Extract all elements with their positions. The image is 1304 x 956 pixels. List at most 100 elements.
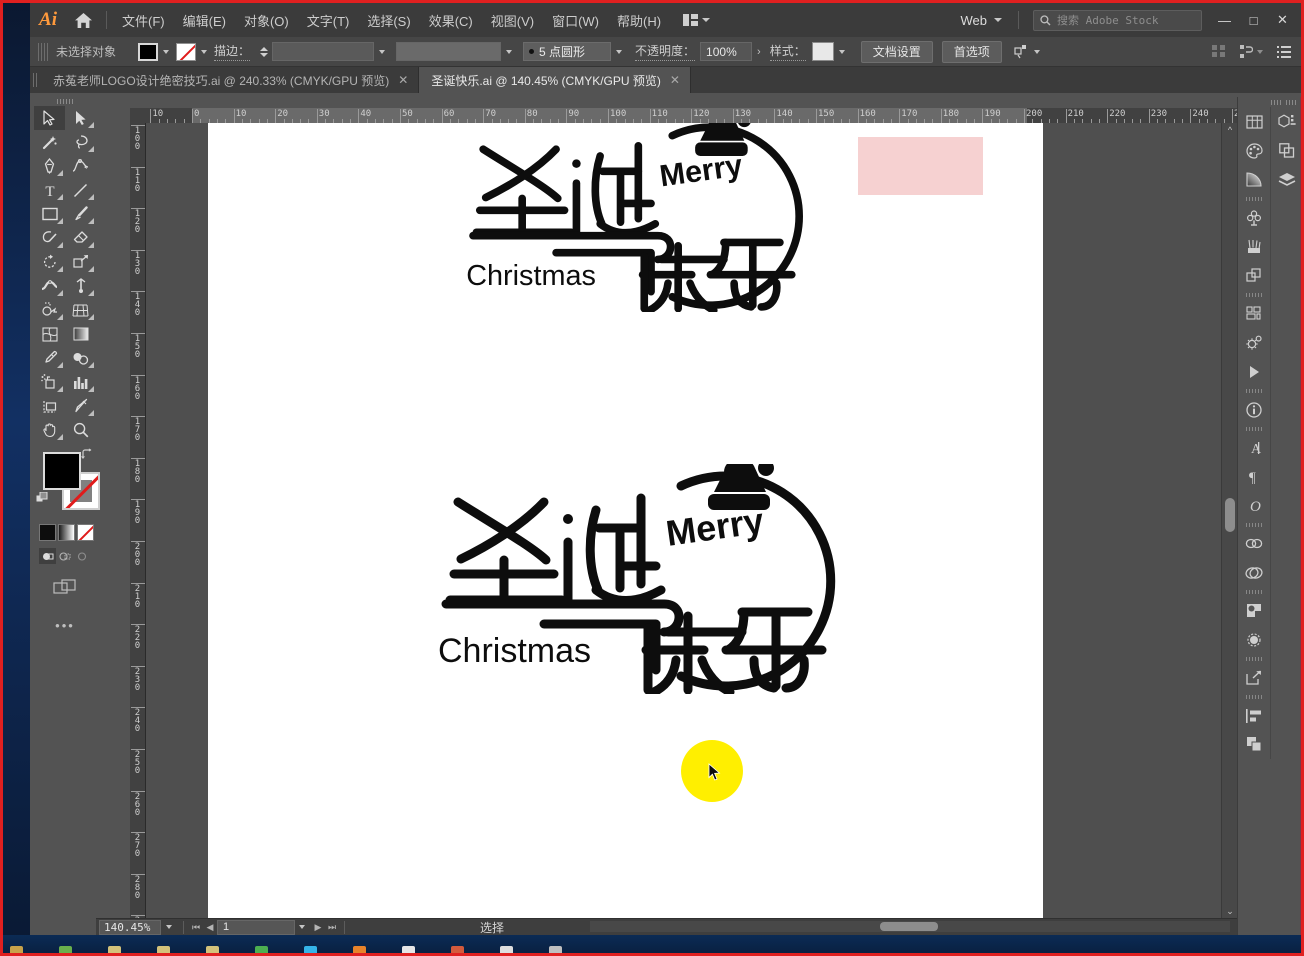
magic-wand-tool[interactable]	[34, 130, 65, 154]
menu-effect[interactable]: 效果(C)	[420, 6, 482, 35]
stroke-weight-field[interactable]	[272, 42, 392, 61]
transparency-panel-icon[interactable]	[1238, 596, 1270, 625]
paintbrush-tool[interactable]	[65, 202, 96, 226]
actions-panel-icon[interactable]	[1238, 328, 1270, 357]
gradient-tool[interactable]	[65, 322, 96, 346]
draw-behind-button[interactable]	[56, 548, 73, 564]
menu-window[interactable]: 窗口(W)	[543, 6, 608, 35]
links-panel-icon[interactable]	[1238, 529, 1270, 558]
chevron-down-icon[interactable]	[838, 49, 845, 54]
chevron-down-icon[interactable]	[166, 925, 172, 929]
chevron-down-icon[interactable]	[1033, 49, 1040, 54]
taskbar-icon-3[interactable]	[108, 946, 121, 956]
last-artboard-icon[interactable]: ⏭	[325, 922, 339, 933]
color-mode-button[interactable]	[39, 524, 56, 541]
none-mode-button[interactable]	[77, 524, 94, 541]
rectangle-tool[interactable]	[34, 202, 65, 226]
curvature-tool[interactable]	[65, 154, 96, 178]
menu-file[interactable]: 文件(F)	[113, 6, 174, 35]
gradient-mode-button[interactable]	[58, 524, 75, 541]
tab-bar-grip[interactable]	[30, 67, 41, 93]
play-actions-icon[interactable]	[1238, 357, 1270, 386]
screen-mode-button[interactable]	[34, 578, 96, 596]
stroke-profile-value[interactable]	[396, 42, 502, 61]
symbol-sprayer-tool[interactable]	[34, 370, 65, 394]
preferences-button[interactable]: 首选项	[941, 40, 1002, 63]
asset-export-panel-icon[interactable]	[1238, 663, 1270, 692]
artboard-number-field[interactable]: 1	[217, 919, 295, 935]
blend-tool[interactable]	[65, 346, 96, 370]
type-tool[interactable]: T	[34, 178, 65, 202]
document-setup-button[interactable]: 文档设置	[860, 40, 933, 63]
gradient-panel-icon[interactable]	[1238, 165, 1270, 194]
canvas-vertical-scrollbar[interactable]: ^ ⌄	[1221, 123, 1238, 918]
chevron-down-icon[interactable]	[506, 49, 513, 54]
tools-panel-grip[interactable]	[34, 97, 96, 106]
taskbar-icon-9[interactable]	[402, 946, 415, 956]
maximize-button[interactable]: □	[1239, 3, 1268, 37]
layers-panel-icon[interactable]	[1271, 165, 1301, 194]
document-tab-1[interactable]: 赤菟老师LOGO设计绝密技巧.ai @ 240.33% (CMYK/GPU 预览…	[41, 67, 420, 93]
properties-panel-icon[interactable]	[1271, 107, 1301, 136]
vertical-scroll-thumb[interactable]	[1225, 498, 1235, 532]
taskbar-icon-12[interactable]	[549, 946, 562, 956]
libraries-panel-icon[interactable]	[1271, 136, 1301, 165]
shaper-tool[interactable]	[34, 226, 65, 250]
stroke-cap-field[interactable]: 5 点圆形	[523, 42, 629, 61]
draw-normal-button[interactable]	[39, 548, 56, 564]
image-trace-panel-icon[interactable]	[1238, 558, 1270, 587]
align-panel-icon[interactable]	[1238, 299, 1270, 328]
menu-view[interactable]: 视图(V)	[482, 6, 543, 35]
stroke-weight-value[interactable]	[272, 42, 375, 61]
stroke-profile-field[interactable]	[396, 42, 519, 61]
stock-search-input[interactable]: 搜索 Adobe Stock	[1033, 9, 1202, 31]
symbols-panel-icon[interactable]	[1238, 203, 1270, 232]
horizontal-ruler[interactable]: 10 0 10 20 30 40 50 60 70 80 90 100 110 120 130 140 150 1…	[130, 108, 1237, 124]
layers-stack-panel-icon[interactable]	[1238, 730, 1270, 759]
transform-panel-button[interactable]	[1240, 44, 1263, 59]
hand-tool[interactable]	[34, 418, 65, 442]
taskbar-icon-2[interactable]	[59, 946, 72, 956]
fill-color-control[interactable]	[138, 42, 176, 61]
paragraph-panel-icon[interactable]: ¶	[1238, 462, 1270, 491]
eyedropper-tool[interactable]	[34, 346, 65, 370]
previous-artboard-icon[interactable]: ◀	[203, 922, 217, 933]
swap-fill-stroke-icon[interactable]	[80, 448, 94, 462]
line-segment-tool[interactable]	[65, 178, 96, 202]
scale-tool[interactable]	[65, 250, 96, 274]
minimize-button[interactable]: —	[1210, 3, 1239, 37]
artboard-tool[interactable]	[34, 394, 65, 418]
chevron-down-icon[interactable]	[616, 49, 623, 54]
next-artboard-icon[interactable]: ▶	[311, 922, 325, 933]
appearance-panel-icon[interactable]	[1238, 625, 1270, 654]
align-panel-icon[interactable]	[1212, 45, 1226, 58]
document-tab-1-close-icon[interactable]: ✕	[398, 74, 408, 86]
select-similar-button[interactable]	[1014, 44, 1047, 59]
selection-tool[interactable]	[34, 106, 65, 130]
artboard[interactable]: Merry Christmas Merry Christmas	[208, 123, 1043, 918]
slice-tool[interactable]	[65, 394, 96, 418]
free-transform-tool[interactable]	[65, 274, 96, 298]
eraser-tool[interactable]	[65, 226, 96, 250]
zoom-level-field[interactable]: 140.45%	[99, 919, 161, 935]
draw-inside-button[interactable]	[73, 548, 90, 564]
chevron-down-icon[interactable]	[379, 49, 386, 54]
artboards-panel-icon[interactable]	[1238, 107, 1270, 136]
document-tab-2-close-icon[interactable]: ✕	[670, 74, 680, 86]
artboard-align-panel-icon[interactable]	[1238, 701, 1270, 730]
dock-grip[interactable]	[1238, 97, 1301, 107]
arrange-documents-button[interactable]	[678, 11, 715, 29]
info-panel-icon[interactable]	[1238, 395, 1270, 424]
rotate-tool[interactable]	[34, 250, 65, 274]
chevron-down-icon[interactable]	[163, 49, 170, 54]
character-panel-icon[interactable]: A	[1238, 433, 1270, 462]
width-tool[interactable]	[34, 274, 65, 298]
pen-tool[interactable]	[34, 154, 65, 178]
windows-taskbar[interactable]	[0, 935, 1304, 956]
graphic-style-field[interactable]	[811, 42, 852, 61]
taskbar-icon-5[interactable]	[206, 946, 219, 956]
stroke-weight-stepper[interactable]	[260, 46, 269, 57]
chevron-down-icon[interactable]	[299, 925, 305, 929]
menu-help[interactable]: 帮助(H)	[608, 6, 670, 35]
pathfinder-panel-icon[interactable]	[1238, 261, 1270, 290]
